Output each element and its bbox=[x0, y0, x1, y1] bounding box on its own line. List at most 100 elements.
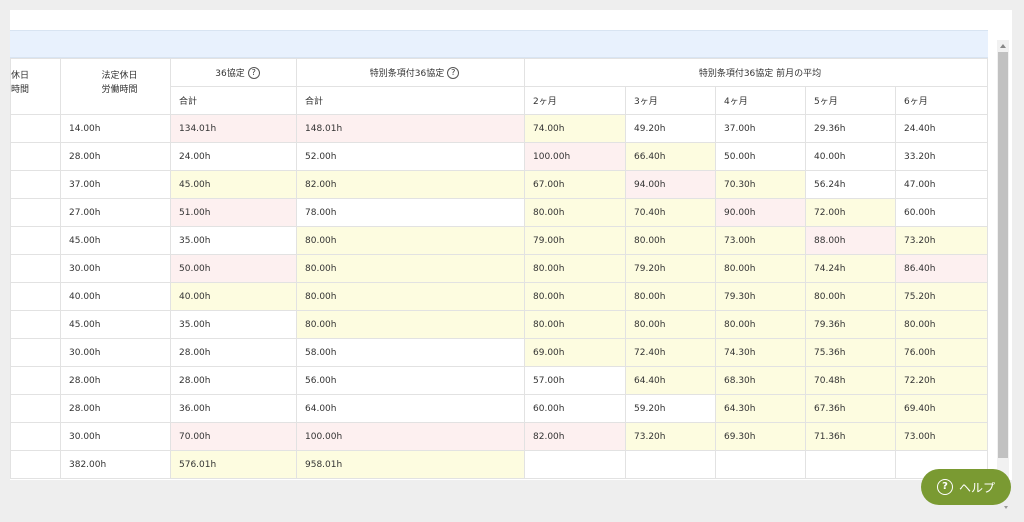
cell-avg-2-months: 80.00h bbox=[524, 254, 626, 283]
cell-avg-5-months: 67.36h bbox=[805, 394, 896, 423]
cell-avg-6-months: 73.20h bbox=[895, 226, 988, 255]
table-row: 45.00h 35.00h 80.00h 79.00h 80.00h 73.00h 88.0… bbox=[10, 226, 988, 255]
cell-avg-5-months bbox=[805, 450, 896, 479]
subheader-3-months: 3ヶ月 bbox=[625, 86, 716, 115]
cell-special-total: 80.00h bbox=[296, 282, 525, 311]
scrollbar-thumb[interactable] bbox=[998, 52, 1008, 458]
cell-special-total: 58.00h bbox=[296, 338, 525, 367]
cell-avg-3-months bbox=[625, 450, 716, 479]
cell-avg-2-months: 74.00h bbox=[524, 114, 626, 143]
totals-row: 382.00h 576.01h 958.01h bbox=[10, 450, 988, 479]
table-row: 37.00h 45.00h 82.00h 67.00h 94.00h 70.30h 56.2… bbox=[10, 170, 988, 199]
scroll-up-arrow-icon[interactable] bbox=[1000, 44, 1006, 48]
table-row: 40.00h 40.00h 80.00h 80.00h 80.00h 79.30h 80.0… bbox=[10, 282, 988, 311]
help-button[interactable]: ? ヘルプ bbox=[921, 469, 1011, 505]
cell-special-total: 56.00h bbox=[296, 366, 525, 395]
header-special-label: 特別条項付36協定 bbox=[369, 68, 445, 79]
cell-holiday-cut bbox=[10, 450, 61, 479]
cell-avg-2-months: 67.00h bbox=[524, 170, 626, 199]
cell-legal-holiday-hours: 382.00h bbox=[60, 450, 171, 479]
table-row: 30.00h 28.00h 58.00h 69.00h 72.40h 74.30h 75.3… bbox=[10, 338, 988, 367]
cell-holiday-cut bbox=[10, 198, 61, 227]
header-col0-line1: 休日 bbox=[11, 71, 30, 81]
cell-avg-4-months: 74.30h bbox=[715, 338, 806, 367]
cell-avg-3-months: 80.00h bbox=[625, 282, 716, 311]
cell-avg-2-months: 57.00h bbox=[524, 366, 626, 395]
cell-36-total: 35.00h bbox=[170, 310, 297, 339]
cell-avg-6-months: 47.00h bbox=[895, 170, 988, 199]
cell-avg-5-months: 80.00h bbox=[805, 282, 896, 311]
vertical-scrollbar[interactable] bbox=[997, 40, 1009, 480]
table-body: 14.00h 134.01h 148.01h 74.00h 49.20h 37.00h 29… bbox=[10, 114, 988, 479]
cell-legal-holiday-hours: 28.00h bbox=[60, 142, 171, 171]
header-col1-line2: 労働時間 bbox=[101, 85, 138, 95]
cell-avg-4-months: 68.30h bbox=[715, 366, 806, 395]
cell-special-total: 148.01h bbox=[296, 114, 525, 143]
table-row: 28.00h 24.00h 52.00h 100.00h 66.40h 50.00h 40.… bbox=[10, 142, 988, 171]
cell-special-total: 64.00h bbox=[296, 394, 525, 423]
header-legal-holiday-hours: 法定休日 労働時間 bbox=[60, 58, 171, 115]
help-question-icon[interactable]: ? bbox=[447, 67, 460, 80]
cell-avg-3-months: 72.40h bbox=[625, 338, 716, 367]
cell-36-total: 28.00h bbox=[170, 338, 297, 367]
cell-special-total: 52.00h bbox=[296, 142, 525, 171]
cell-avg-4-months: 37.00h bbox=[715, 114, 806, 143]
cell-special-total: 80.00h bbox=[296, 226, 525, 255]
cell-avg-5-months: 70.48h bbox=[805, 366, 896, 395]
cell-36-total: 36.00h bbox=[170, 394, 297, 423]
cell-avg-3-months: 79.20h bbox=[625, 254, 716, 283]
header-col0-line2: 時間 bbox=[11, 85, 30, 95]
table-toolbar bbox=[10, 30, 988, 58]
cell-avg-5-months: 29.36h bbox=[805, 114, 896, 143]
cell-36-total: 134.01h bbox=[170, 114, 297, 143]
cell-avg-6-months: 73.00h bbox=[895, 422, 988, 451]
cell-avg-4-months: 50.00h bbox=[715, 142, 806, 171]
help-question-icon[interactable]: ? bbox=[247, 67, 260, 80]
cell-36-total: 51.00h bbox=[170, 198, 297, 227]
cell-avg-3-months: 94.00h bbox=[625, 170, 716, 199]
cell-legal-holiday-hours: 30.00h bbox=[60, 254, 171, 283]
cell-special-total: 958.01h bbox=[296, 450, 525, 479]
cell-avg-4-months: 69.30h bbox=[715, 422, 806, 451]
cell-36-total: 70.00h bbox=[170, 422, 297, 451]
cell-avg-5-months: 40.00h bbox=[805, 142, 896, 171]
table-row: 14.00h 134.01h 148.01h 74.00h 49.20h 37.00h 29… bbox=[10, 114, 988, 143]
cell-avg-6-months: 60.00h bbox=[895, 198, 988, 227]
table-row: 30.00h 70.00h 100.00h 82.00h 73.20h 69.30h 71.… bbox=[10, 422, 988, 451]
subheader-5-months: 5ヶ月 bbox=[805, 86, 896, 115]
cell-special-total: 80.00h bbox=[296, 254, 525, 283]
cell-36-total: 24.00h bbox=[170, 142, 297, 171]
subheader-2-months: 2ヶ月 bbox=[524, 86, 626, 115]
cell-avg-3-months: 49.20h bbox=[625, 114, 716, 143]
cell-avg-2-months: 60.00h bbox=[524, 394, 626, 423]
cell-holiday-cut bbox=[10, 254, 61, 283]
cell-avg-4-months: 73.00h bbox=[715, 226, 806, 255]
cell-holiday-cut bbox=[10, 114, 61, 143]
cell-avg-5-months: 72.00h bbox=[805, 198, 896, 227]
cell-avg-2-months: 80.00h bbox=[524, 198, 626, 227]
cell-special-total: 78.00h bbox=[296, 198, 525, 227]
cell-avg-3-months: 80.00h bbox=[625, 310, 716, 339]
cell-legal-holiday-hours: 14.00h bbox=[60, 114, 171, 143]
cell-legal-holiday-hours: 28.00h bbox=[60, 394, 171, 423]
cell-avg-2-months: 80.00h bbox=[524, 282, 626, 311]
cell-avg-3-months: 73.20h bbox=[625, 422, 716, 451]
cell-avg-2-months: 82.00h bbox=[524, 422, 626, 451]
help-button-label: ヘルプ bbox=[958, 480, 995, 495]
cell-avg-5-months: 79.36h bbox=[805, 310, 896, 339]
cell-avg-4-months: 79.30h bbox=[715, 282, 806, 311]
subheader-36-total: 合計 bbox=[170, 86, 297, 115]
cell-avg-5-months: 56.24h bbox=[805, 170, 896, 199]
cell-avg-4-months bbox=[715, 450, 806, 479]
cell-avg-3-months: 80.00h bbox=[625, 226, 716, 255]
cell-avg-2-months: 69.00h bbox=[524, 338, 626, 367]
cell-avg-3-months: 64.40h bbox=[625, 366, 716, 395]
cell-avg-6-months: 86.40h bbox=[895, 254, 988, 283]
subheader-6-months: 6ヶ月 bbox=[895, 86, 988, 115]
cell-special-total: 82.00h bbox=[296, 170, 525, 199]
cell-avg-2-months: 100.00h bbox=[524, 142, 626, 171]
cell-avg-3-months: 70.40h bbox=[625, 198, 716, 227]
cell-holiday-cut bbox=[10, 422, 61, 451]
cell-special-total: 80.00h bbox=[296, 310, 525, 339]
cell-36-total: 45.00h bbox=[170, 170, 297, 199]
